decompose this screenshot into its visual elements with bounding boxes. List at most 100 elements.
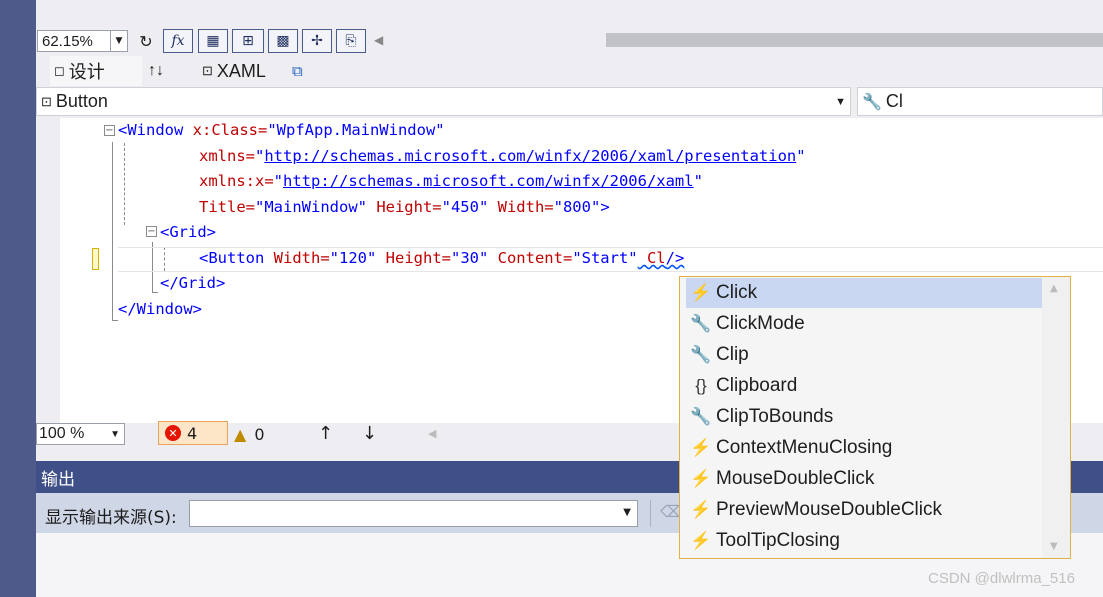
namespace-icon: {} xyxy=(695,376,707,395)
completion-item[interactable]: 🔧 ClickMode xyxy=(686,309,1042,339)
xaml-pane-icon: ⊡ xyxy=(202,63,213,78)
attr-value: "800" xyxy=(553,198,601,216)
tab-xaml[interactable]: ⊡ XAML xyxy=(202,56,282,86)
snap-gridlines-button[interactable]: ⊞ xyxy=(232,29,264,53)
warning-count-button[interactable]: ▲ 0 xyxy=(234,423,265,445)
warning-icon: ▲ xyxy=(234,424,247,444)
output-title: 输出 xyxy=(41,469,75,490)
event-icon: ⚡ xyxy=(690,283,712,302)
attr: Width= xyxy=(488,198,554,216)
chevron-down-icon[interactable]: ▼ xyxy=(110,429,120,440)
designer-zoom-value: 62.15% xyxy=(42,32,93,50)
attr: Content= xyxy=(488,249,573,267)
error-icon: ✕ xyxy=(165,425,181,441)
property-icon: 🔧 xyxy=(690,345,712,364)
error-count: 4 xyxy=(187,423,198,443)
completion-item-label: Click xyxy=(716,282,758,303)
tab-design-label: 设计 xyxy=(68,62,105,82)
completion-item[interactable]: 🔧 Clip xyxy=(686,340,1042,370)
chevron-down-icon[interactable]: ▼ xyxy=(623,507,631,518)
toolbar-separator xyxy=(650,500,651,527)
scroll-up-arrow[interactable]: ▲ xyxy=(1050,283,1058,294)
completion-item-label: ContextMenuClosing xyxy=(716,437,893,458)
attr: Title= xyxy=(199,198,255,216)
tag-self-close: /> xyxy=(665,249,685,267)
url-link[interactable]: http://schemas.microsoft.com/winfx/2006/… xyxy=(283,172,694,190)
completion-item[interactable]: 🔧 ClipToBounds xyxy=(686,402,1042,432)
scroll-left-arrow[interactable]: ◀ xyxy=(374,33,383,47)
popup-scrollbar[interactable]: ▲ ▼ xyxy=(1042,277,1070,558)
completion-item[interactable]: ⚡ Click xyxy=(686,278,1042,308)
property-icon: 🔧 xyxy=(690,407,712,426)
popout-xaml-button[interactable]: ⧉ xyxy=(292,56,314,86)
url-link[interactable]: http://schemas.microsoft.com/winfx/2006/… xyxy=(264,147,796,165)
tag-open: <Button xyxy=(199,249,265,267)
code-line-7[interactable]: </Grid> xyxy=(160,271,225,296)
device-preview-button[interactable]: ⎘ xyxy=(336,29,366,53)
designer-horizontal-scrollbar[interactable] xyxy=(606,33,1103,47)
chevron-down-icon[interactable]: ▼ xyxy=(110,31,127,51)
fx-icon: fx xyxy=(171,33,185,49)
scroll-left-arrow[interactable]: ◀ xyxy=(428,427,436,440)
event-icon: ⚡ xyxy=(690,531,712,550)
artboard-background-button[interactable]: ▩ xyxy=(268,29,298,53)
completion-item[interactable]: ⚡ ToolTipClosing xyxy=(686,526,1042,556)
output-source-label: 显示输出来源(S): xyxy=(45,508,177,528)
design-icon: ◻ xyxy=(54,63,65,78)
attr-value: "Start" xyxy=(572,249,638,267)
grid-icon: ▦ xyxy=(206,33,220,49)
swap-panes-button[interactable]: ↑↓ xyxy=(148,56,178,86)
fold-guide-inner-end xyxy=(152,292,158,293)
typed-text: Cl xyxy=(637,249,666,267)
attr-value: "MainWindow" xyxy=(255,198,367,216)
code-line-2[interactable]: xmlns="http://schemas.microsoft.com/winf… xyxy=(199,144,806,169)
completion-item-label: MouseDoubleClick xyxy=(716,468,875,489)
snap-lines-icon: ✢ xyxy=(311,33,323,49)
code-line-3[interactable]: xmlns:x="http://schemas.microsoft.com/wi… xyxy=(199,169,703,194)
chevron-down-icon[interactable]: ▼ xyxy=(835,96,846,108)
attr-value: "WpfApp.MainWindow" xyxy=(267,121,445,139)
warning-count: 0 xyxy=(254,424,265,444)
editor-zoom-value: 100 % xyxy=(39,425,85,442)
member-selector[interactable]: 🔧 Cl xyxy=(857,87,1103,116)
previous-issue-icon[interactable]: ↑ xyxy=(318,423,333,444)
attr: Width= xyxy=(264,249,330,267)
element-selector[interactable]: ⊡ Button ▼ xyxy=(36,87,851,116)
fold-toggle-window[interactable]: − xyxy=(104,125,115,136)
tab-xaml-label: XAML xyxy=(216,60,266,81)
formula-button[interactable]: fx xyxy=(163,29,193,53)
code-line-1[interactable]: <Window x:Class="WpfApp.MainWindow" xyxy=(118,118,445,143)
completion-item-label: ToolTipClosing xyxy=(716,530,840,551)
fold-guide xyxy=(112,142,113,320)
fold-toggle-grid[interactable]: − xyxy=(146,226,157,237)
popout-icon: ⧉ xyxy=(292,62,303,80)
scroll-down-arrow[interactable]: ▼ xyxy=(1050,541,1058,552)
document-icon: ⎘ xyxy=(345,33,357,49)
next-issue-icon[interactable]: ↓ xyxy=(362,423,377,444)
completion-item[interactable]: ⚡ MouseDoubleClick xyxy=(686,464,1042,494)
quote: " xyxy=(796,147,806,165)
completion-item-label: ClickMode xyxy=(716,313,805,334)
designer-zoom-select[interactable]: 62.15% ▼ xyxy=(37,30,128,52)
grid-toggle-button[interactable]: ▦ xyxy=(198,29,228,53)
attr: Height= xyxy=(376,249,451,267)
refresh-icon[interactable]: ↻ xyxy=(137,32,155,51)
snap-lines-button[interactable]: ✢ xyxy=(302,29,332,53)
watermark: CSDN @dlwlrma_516 xyxy=(928,570,1075,587)
error-count-button[interactable]: ✕ 4 xyxy=(158,421,228,445)
code-line-6[interactable]: <Button Width="120" Height="30" Content=… xyxy=(199,246,684,271)
tab-design[interactable]: ◻ 设计 xyxy=(50,56,142,86)
completion-item[interactable]: {} Clipboard xyxy=(686,371,1042,401)
output-source-select[interactable]: ▼ xyxy=(189,500,638,527)
attr: x:Class= xyxy=(183,121,268,139)
event-icon: ⚡ xyxy=(690,469,712,488)
intellisense-popup[interactable]: ⚡ Click 🔧 ClickMode 🔧 Clip{} Clipboard 🔧 ClipToB… xyxy=(679,276,1071,559)
completion-item[interactable]: ⚡ ContextMenuClosing xyxy=(686,433,1042,463)
code-line-4[interactable]: Title="MainWindow" Height="450" Width="8… xyxy=(199,195,610,220)
quote: " xyxy=(255,147,265,165)
code-line-8[interactable]: </Window> xyxy=(118,297,202,322)
editor-zoom-select[interactable]: 100 % ▼ xyxy=(36,423,125,445)
completion-item[interactable]: ⚡ PreviewMouseDoubleClick xyxy=(686,495,1042,525)
code-line-5[interactable]: <Grid> xyxy=(160,220,216,245)
attr: xmlns= xyxy=(199,147,255,165)
